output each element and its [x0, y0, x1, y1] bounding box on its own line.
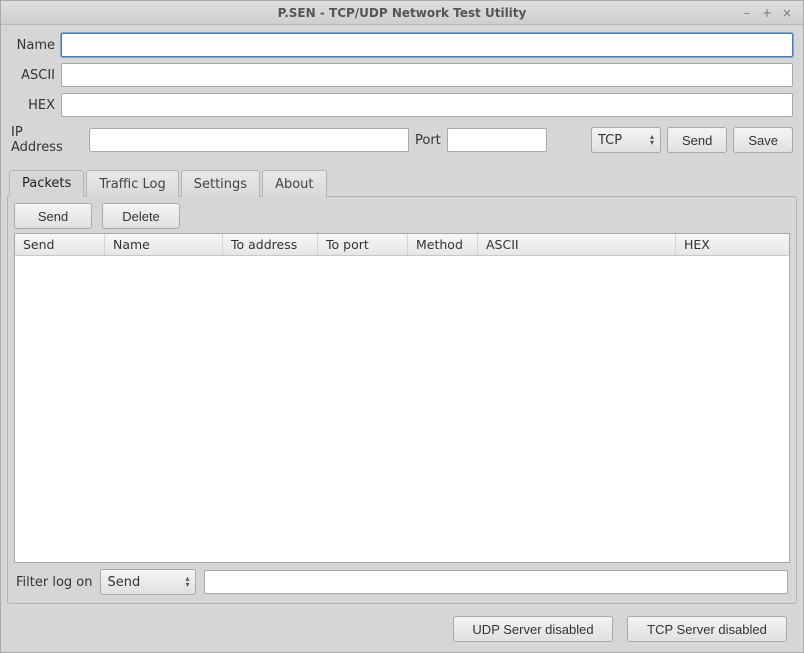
maximize-icon[interactable]: + [761, 7, 773, 19]
tabbar: Packets Traffic Log Settings About [7, 169, 797, 196]
ip-label: IP Address [11, 125, 83, 155]
ascii-label: ASCII [11, 68, 61, 83]
app-window: P.SEN - TCP/UDP Network Test Utility – +… [0, 0, 804, 653]
panel-toolbar: Send Delete [14, 203, 790, 229]
name-label: Name [11, 38, 61, 53]
filter-select[interactable]: Send ▴▾ [100, 569, 196, 595]
spinner-arrows-icon: ▴▾ [650, 134, 654, 146]
send-button[interactable]: Send [667, 127, 727, 153]
window-controls: – + × [741, 1, 799, 25]
col-ascii[interactable]: ASCII [478, 234, 676, 255]
hex-label: HEX [11, 98, 61, 113]
spinner-arrows-icon: ▴▾ [185, 576, 189, 588]
save-button[interactable]: Save [733, 127, 793, 153]
form-area: Name ASCII HEX IP Address Port TCP ▴▾ Se… [1, 25, 803, 161]
close-icon[interactable]: × [781, 7, 793, 19]
tab-traffic-log[interactable]: Traffic Log [86, 170, 178, 197]
tab-panel-packets: Send Delete Send Name To address To port… [7, 196, 797, 604]
packets-table: Send Name To address To port Method ASCI… [14, 233, 790, 563]
port-label: Port [415, 133, 441, 148]
tabs-area: Packets Traffic Log Settings About Send … [1, 161, 803, 652]
col-to-address[interactable]: To address [223, 234, 318, 255]
hex-input[interactable] [61, 93, 793, 117]
window-title: P.SEN - TCP/UDP Network Test Utility [1, 6, 803, 20]
udp-server-button[interactable]: UDP Server disabled [453, 616, 613, 642]
filter-label: Filter log on [16, 575, 92, 590]
ascii-input[interactable] [61, 63, 793, 87]
ip-address-input[interactable] [89, 128, 409, 152]
titlebar: P.SEN - TCP/UDP Network Test Utility – +… [1, 1, 803, 25]
col-method[interactable]: Method [408, 234, 478, 255]
col-name[interactable]: Name [105, 234, 223, 255]
table-header: Send Name To address To port Method ASCI… [15, 234, 789, 256]
footer: UDP Server disabled TCP Server disabled [7, 610, 797, 652]
filter-row: Filter log on Send ▴▾ [14, 563, 790, 597]
protocol-select[interactable]: TCP ▴▾ [591, 127, 661, 153]
col-hex[interactable]: HEX [676, 234, 789, 255]
tab-settings[interactable]: Settings [181, 170, 260, 197]
protocol-value: TCP [598, 133, 622, 148]
col-to-port[interactable]: To port [318, 234, 408, 255]
panel-send-button[interactable]: Send [14, 203, 92, 229]
col-send[interactable]: Send [15, 234, 105, 255]
name-input[interactable] [61, 33, 793, 57]
minimize-icon[interactable]: – [741, 7, 753, 19]
filter-text-input[interactable] [204, 570, 788, 594]
tab-packets[interactable]: Packets [9, 170, 84, 197]
panel-delete-button[interactable]: Delete [102, 203, 180, 229]
table-body[interactable] [15, 256, 789, 562]
filter-selected: Send [107, 575, 140, 590]
tcp-server-button[interactable]: TCP Server disabled [627, 616, 787, 642]
port-input[interactable] [447, 128, 547, 152]
tab-about[interactable]: About [262, 170, 326, 197]
